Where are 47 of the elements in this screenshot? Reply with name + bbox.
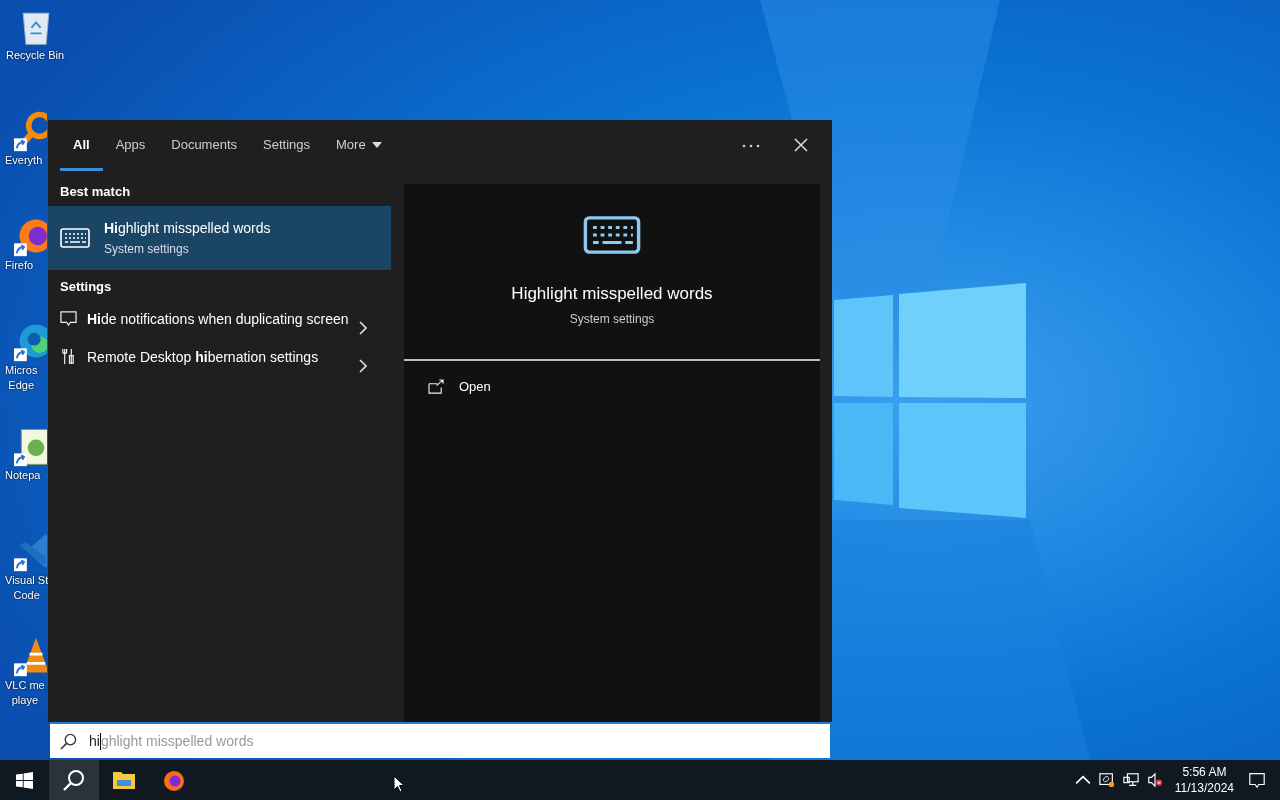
settings-result[interactable]: Remote Desktop hibernation settings — [48, 339, 391, 377]
close-icon[interactable] — [794, 138, 808, 152]
chevron-right-icon — [359, 359, 367, 373]
firefox-icon — [162, 768, 186, 792]
desktop-icon-label[interactable]: Recycle Bin — [0, 48, 65, 63]
clock-time: 5:56 AM — [1182, 764, 1227, 780]
filter-tab[interactable]: Documents — [158, 120, 250, 171]
search-icon — [62, 768, 86, 792]
section-heading: Settings — [59, 278, 113, 296]
open-action[interactable]: Open — [459, 379, 491, 394]
network-icon[interactable] — [1122, 772, 1139, 788]
keyboard-icon — [582, 216, 642, 254]
chevron-right-icon — [359, 321, 367, 335]
windows-logo-icon[interactable] — [16, 771, 33, 789]
settings-result[interactable]: Hide notifications when duplicating screen — [48, 301, 391, 339]
filter-tab[interactable]: Settings — [250, 120, 323, 171]
desktop-icon-label[interactable]: Micros Edge — [0, 363, 38, 393]
search-field[interactable]: highlight misspelled words — [50, 722, 830, 758]
clock[interactable]: 5:56 AM 11/13/2024 — [1174, 764, 1234, 796]
desktop-icon-label[interactable]: VLC me playe — [0, 678, 45, 708]
filter-tab[interactable]: All — [60, 120, 103, 171]
mouse-pointer-icon — [393, 775, 405, 793]
magnifier-icon[interactable] — [14, 109, 47, 153]
open-window-icon — [428, 379, 445, 394]
taskbar-button[interactable] — [49, 760, 99, 800]
desktop-icon-label[interactable]: Visual St Code — [0, 573, 49, 603]
desktop-icon-label[interactable]: Firefo — [0, 258, 34, 273]
keyboard-icon — [60, 228, 90, 248]
notifications-icon[interactable] — [1248, 771, 1266, 789]
clock-date: 11/13/2024 — [1174, 780, 1234, 796]
more-icon[interactable] — [742, 144, 760, 148]
filter-tab[interactable]: More — [323, 120, 395, 171]
muted-speaker-icon[interactable] — [1146, 772, 1163, 788]
speech-bubble-icon — [60, 310, 77, 327]
best-match-result[interactable]: Highlight misspelled words System settings — [48, 206, 391, 270]
section-heading: Best match — [59, 184, 132, 201]
desktop-icon-label[interactable]: Notepa — [0, 468, 41, 483]
tools-icon — [60, 348, 77, 365]
sync-icon[interactable] — [1098, 772, 1115, 788]
filter-tab[interactable]: Apps — [102, 120, 159, 171]
result-title: Highlight misspelled words — [104, 220, 271, 236]
preview-subtitle: System settings — [569, 312, 655, 326]
result-subtitle: System settings — [104, 242, 190, 256]
caret-icon — [371, 141, 382, 148]
search-icon — [60, 732, 77, 750]
preview-title: Highlight misspelled words — [511, 284, 713, 304]
desktop-icon-label[interactable]: Everyth — [0, 153, 43, 168]
